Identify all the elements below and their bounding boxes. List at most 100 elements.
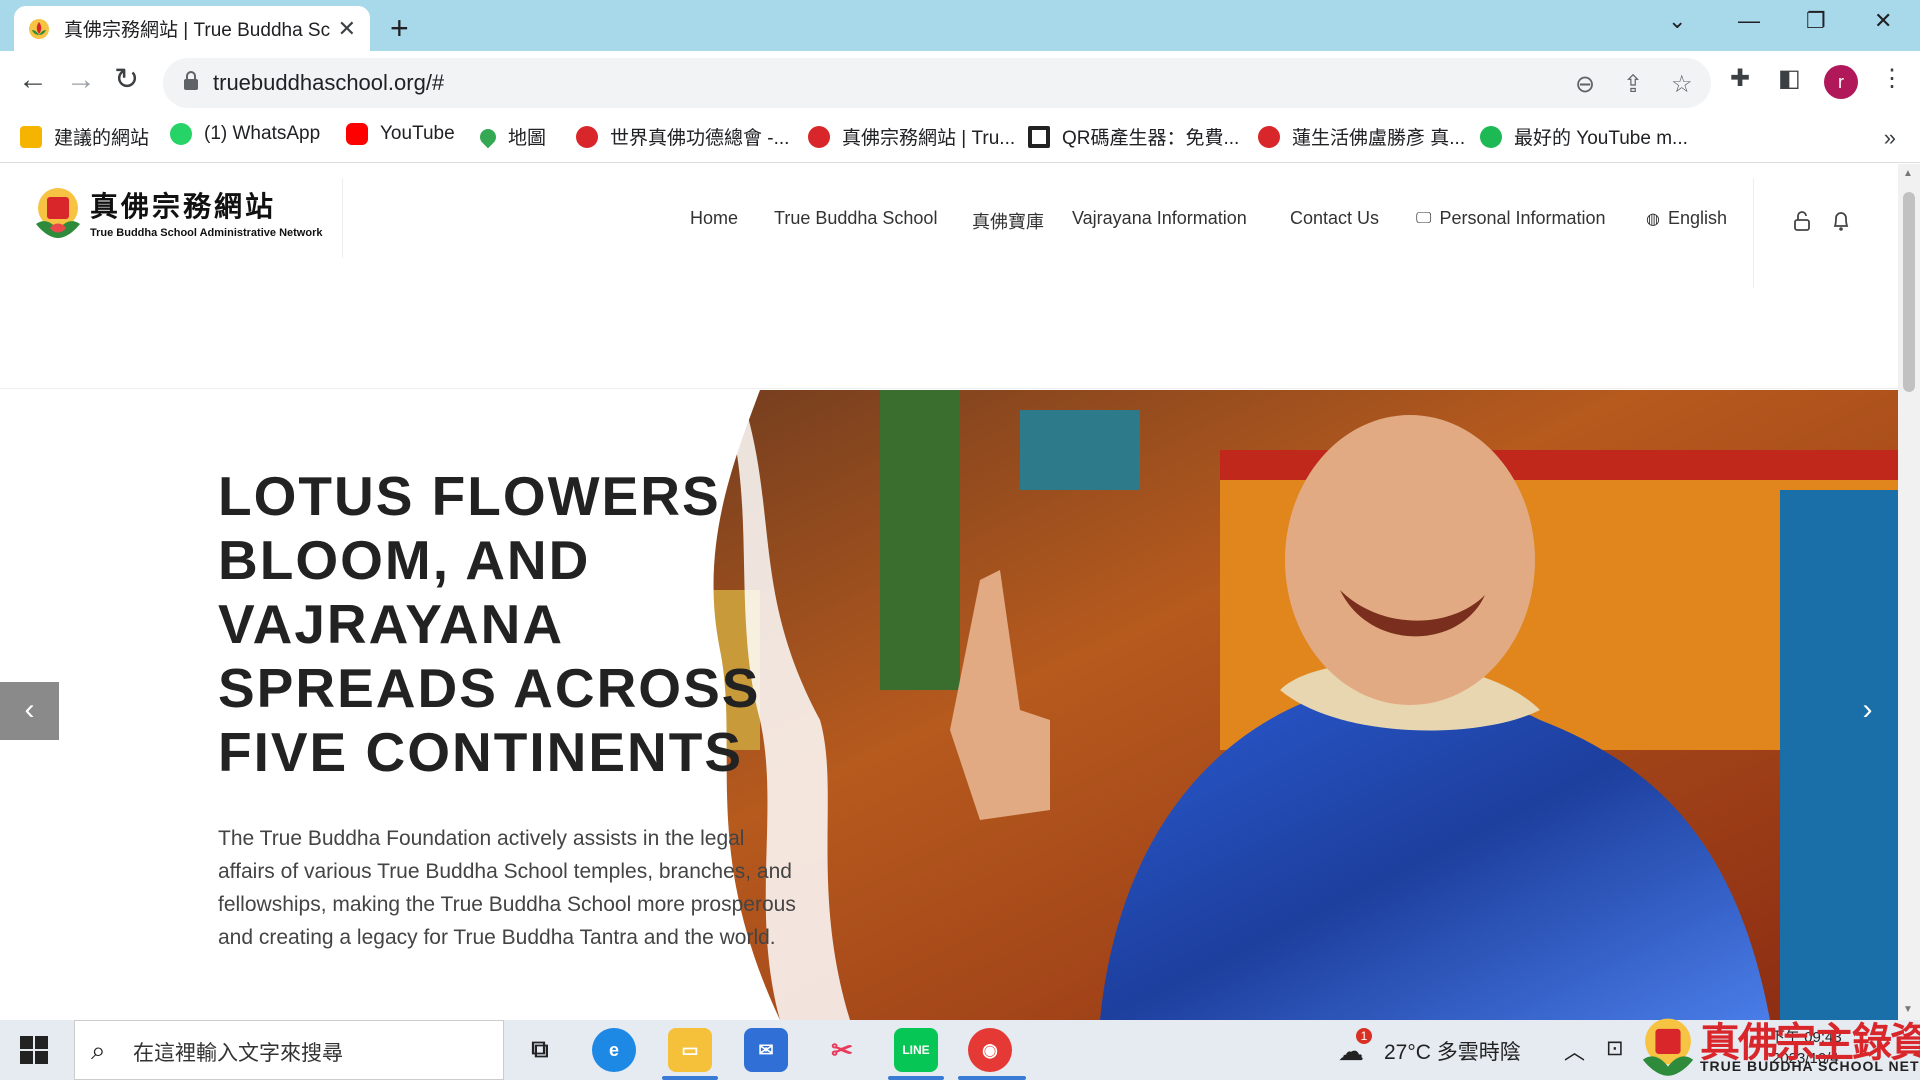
bookmark-label: 地圖 <box>508 128 547 149</box>
task-view-icon[interactable]: ⧉ <box>518 1028 562 1072</box>
active-app-indicator <box>958 1076 1026 1080</box>
bookmark-item[interactable]: 地圖 <box>476 123 547 150</box>
chrome-icon[interactable]: ◉ <box>968 1028 1012 1072</box>
windows-taskbar: ⌕ 在這裡輸入文字來搜尋 ⧉ e ▭ ✉ ✂ LINE ◉ ☁ 1 27°C 多… <box>0 1020 1920 1080</box>
unlock-icon[interactable] <box>1793 210 1811 232</box>
nav-label: Personal Information <box>1439 208 1606 228</box>
bookmark-item[interactable]: 最好的 YouTube m... <box>1480 123 1688 150</box>
close-window-button[interactable]: ✕ <box>1874 8 1892 34</box>
tray-expand-chevron-icon[interactable]: ︿ <box>1564 1036 1585 1066</box>
scroll-up-arrow-icon[interactable]: ▲ <box>1903 168 1913 179</box>
browser-toolbar: ← → ↻ truebuddhaschool.org/# ⊖ ⇪ ☆ ✚ ◧ r… <box>0 51 1920 113</box>
lotus-icon <box>29 18 49 39</box>
nav-treasury[interactable]: 真佛寶庫 <box>972 208 1044 234</box>
bookmark-item[interactable]: 蓮生活佛盧勝彥 真... <box>1258 123 1465 150</box>
bookmark-label: 建議的網站 <box>54 128 150 149</box>
web-page: 真佛宗務網站 True Buddha School Administrative… <box>0 164 1898 1020</box>
bookmark-label: YouTube <box>380 123 455 144</box>
maps-pin-icon <box>476 125 500 148</box>
url-text[interactable]: truebuddhaschool.org/# <box>213 70 444 96</box>
whatsapp-icon <box>170 123 192 145</box>
minimize-button[interactable]: — <box>1738 8 1760 34</box>
bookmark-label: (1) WhatsApp <box>204 123 321 144</box>
active-app-indicator <box>662 1076 718 1080</box>
header-divider <box>1753 178 1754 288</box>
scrollbar-thumb[interactable] <box>1903 192 1915 392</box>
search-icon: ⌕ <box>91 1035 106 1065</box>
lotus-seal-icon <box>36 188 80 238</box>
line-app-icon[interactable]: LINE <box>894 1028 938 1072</box>
lotus-seal-icon <box>1642 1018 1694 1076</box>
zoom-out-icon[interactable]: ⊖ <box>1575 70 1595 99</box>
hero-title: LOTUS FLOWERS BLOOM, AND VAJRAYANA SPREA… <box>218 465 761 783</box>
bell-icon[interactable] <box>1832 210 1850 232</box>
lotus-icon <box>576 125 598 148</box>
weather-text[interactable]: 27°C 多雲時陰 <box>1384 1036 1521 1066</box>
bookmark-item[interactable]: 真佛宗務網站 | Tru... <box>808 123 1015 150</box>
share-icon[interactable]: ⇪ <box>1623 70 1643 99</box>
hero-slider: LOTUS FLOWERS BLOOM, AND VAJRAYANA SPREA… <box>0 390 1898 1020</box>
extensions-icon[interactable]: ✚ <box>1730 64 1750 93</box>
bookmark-item[interactable]: 世界真佛功德總會 -... <box>576 123 789 150</box>
logo-chinese-text: 真佛宗務網站 <box>90 190 277 223</box>
nav-vajrayana-information[interactable]: Vajrayana Information <box>1072 208 1247 229</box>
chevron-left-icon: ‹ <box>24 693 35 726</box>
browser-titlebar: 真佛宗務網站 | True Buddha Sc ✕ + ⌄ — ❐ ✕ <box>0 0 1920 51</box>
menu-kebab-icon[interactable]: ⋮ <box>1880 64 1904 93</box>
network-icon[interactable]: ⊡ <box>1606 1036 1624 1061</box>
site-header: 真佛宗務網站 True Buddha School Administrative… <box>0 164 1898 389</box>
profile-avatar[interactable]: r <box>1824 65 1858 99</box>
lock-icon <box>184 71 198 90</box>
windows-start-icon[interactable] <box>20 1036 48 1064</box>
tab-search-chevron-icon[interactable]: ⌄ <box>1668 8 1686 34</box>
nav-label: True Buddha School <box>774 208 938 228</box>
bookmark-item[interactable]: QR碼產生器：免費... <box>1028 123 1239 150</box>
taskbar-search-box[interactable]: ⌕ 在這裡輸入文字來搜尋 <box>74 1020 504 1080</box>
logo-english-text: True Buddha School Administrative Networ… <box>90 227 323 239</box>
bookmarks-bar: 建議的網站 (1) WhatsApp YouTube 地圖 世界真佛功德總會 -… <box>0 113 1920 163</box>
watermark-english-text: TRUE BUDDHA SCHOOL NET <box>1700 1058 1920 1074</box>
browser-tab-active[interactable]: 真佛宗務網站 | True Buddha Sc ✕ <box>14 6 370 51</box>
bookmark-item[interactable]: 建議的網站 <box>20 123 149 150</box>
taskbar-search-placeholder: 在這裡輸入文字來搜尋 <box>133 1042 343 1065</box>
hero-description: The True Buddha Foundation actively assi… <box>218 827 796 949</box>
snipping-tool-icon[interactable]: ✂ <box>820 1028 864 1072</box>
globe-icon: ◍ <box>1646 210 1660 228</box>
restore-button[interactable]: ❐ <box>1806 8 1826 34</box>
bookmark-label: QR碼產生器：免費... <box>1062 128 1240 149</box>
music-note-icon <box>1480 125 1502 148</box>
bookmark-star-icon[interactable]: ☆ <box>1671 70 1693 99</box>
bookmark-label: 世界真佛功德總會 -... <box>610 128 790 149</box>
nav-contact-us[interactable]: Contact Us <box>1290 208 1379 229</box>
site-logo[interactable]: 真佛宗務網站 True Buddha School Administrative… <box>34 184 322 240</box>
nav-language-english[interactable]: ◍ English <box>1646 208 1727 229</box>
nav-home[interactable]: Home <box>690 208 738 229</box>
bookmark-label: 真佛宗務網站 | Tru... <box>842 128 1016 149</box>
nav-true-buddha-school[interactable]: True Buddha School <box>774 208 937 229</box>
edge-browser-icon[interactable]: e <box>592 1028 636 1072</box>
side-panel-icon[interactable]: ◧ <box>1778 64 1801 93</box>
mail-icon[interactable]: ✉ <box>744 1028 788 1072</box>
bookmark-item[interactable]: YouTube <box>346 123 455 145</box>
reload-button[interactable]: ↻ <box>114 63 139 97</box>
nav-label: 真佛寶庫 <box>972 212 1044 232</box>
bookmark-label: 最好的 YouTube m... <box>1514 128 1688 149</box>
active-app-indicator <box>888 1076 944 1080</box>
page-scrollbar[interactable]: ▲ ▼ <box>1898 164 1920 1020</box>
lotus-icon <box>808 125 830 148</box>
qr-icon <box>1028 125 1050 148</box>
bookmark-item[interactable]: (1) WhatsApp <box>170 123 320 145</box>
nav-personal-information[interactable]: 🖵 Personal Information <box>1416 208 1606 229</box>
nav-label: Home <box>690 208 739 228</box>
new-tab-button[interactable]: + <box>390 10 409 47</box>
slider-prev-button[interactable]: ‹ <box>0 682 59 740</box>
address-bar[interactable]: truebuddhaschool.org/# ⊖ ⇪ ☆ <box>163 58 1711 108</box>
slider-next-button[interactable]: › <box>1838 682 1897 740</box>
nav-label: Contact Us <box>1290 208 1380 228</box>
tab-title: 真佛宗務網站 | True Buddha Sc <box>64 20 330 41</box>
close-tab-icon[interactable]: ✕ <box>338 16 356 42</box>
back-button[interactable]: ← <box>18 63 48 97</box>
forward-button[interactable]: → <box>66 63 96 97</box>
file-explorer-icon[interactable]: ▭ <box>668 1028 712 1072</box>
more-bookmarks-chevron-icon[interactable]: » <box>1884 125 1896 151</box>
